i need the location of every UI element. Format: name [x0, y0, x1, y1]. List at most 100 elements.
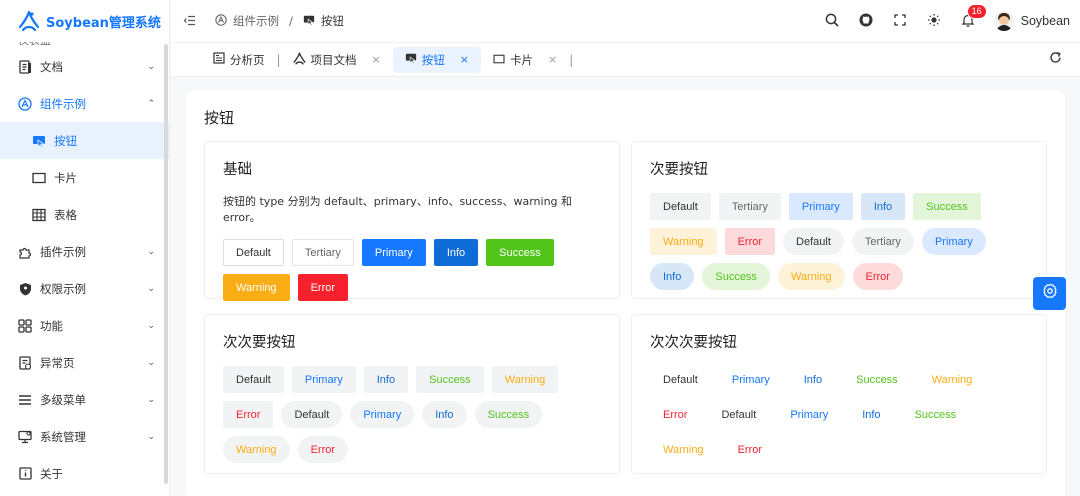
sidebar-item-multi-menu[interactable]: 多级菜单 ⌄ [0, 381, 169, 418]
button-group: Default Tertiary Primary Info Success Warning… [650, 193, 1028, 290]
button-group: Default Primary Info Success Warning Error Def… [223, 366, 601, 463]
shield-icon [18, 282, 32, 296]
cursor-click-icon [405, 52, 417, 67]
card-description: 按钮的 type 分别为 default、primary、info、succes… [223, 195, 573, 224]
info-icon [18, 467, 32, 481]
user-menu[interactable]: Soybean [993, 11, 1070, 31]
card-quaternary: 次次次要按钮 Default Primary Info Success Warning E… [631, 314, 1047, 474]
primary-button[interactable]: Primary [350, 401, 415, 428]
tertiary-button[interactable]: Tertiary [718, 193, 781, 220]
tab-divider: | [569, 52, 574, 67]
theme-sun-icon[interactable] [926, 13, 942, 30]
chart-icon [213, 52, 225, 67]
warning-button[interactable]: Warning [777, 263, 845, 290]
app-logo[interactable]: Soybean管理系统 [0, 0, 169, 42]
chevron-down-icon: ⌄ [147, 61, 155, 72]
primary-button[interactable]: Primary [719, 366, 783, 393]
warning-button[interactable]: Warning [650, 228, 717, 255]
default-button[interactable]: Default [223, 239, 284, 266]
default-button[interactable]: Default [783, 228, 844, 255]
primary-button[interactable]: Primary [921, 228, 986, 255]
sidebar-item-plugins[interactable]: 插件示例 ⌄ [0, 233, 169, 270]
warning-button[interactable]: Warning [491, 366, 559, 393]
default-button[interactable]: Default [708, 401, 769, 428]
sidebar-item-exception[interactable]: 异常页 ⌄ [0, 344, 169, 381]
warning-button[interactable]: Warning [650, 436, 717, 463]
card-secondary: 次要按钮 Default Tertiary Primary Info Success Wa… [631, 141, 1047, 299]
info-button[interactable]: Info [860, 193, 906, 220]
sidebar-item-about[interactable]: 关于 [0, 455, 169, 492]
error-button[interactable]: Error [223, 401, 274, 428]
success-button[interactable]: Success [474, 401, 543, 428]
error-button[interactable]: Error [852, 263, 903, 290]
success-button[interactable]: Success [913, 193, 981, 220]
error-button[interactable]: Error [297, 436, 349, 463]
breadcrumb-separator: / [289, 14, 293, 28]
tab-project-docs[interactable]: 项目文档 × [281, 47, 393, 73]
breadcrumb-item-button[interactable]: 按钮 [321, 13, 344, 29]
tertiary-button[interactable]: Tertiary [291, 239, 354, 266]
default-button[interactable]: Default [281, 401, 343, 428]
github-icon[interactable] [858, 13, 874, 30]
component-icon [215, 13, 227, 29]
tab-button[interactable]: 按钮 × [392, 46, 481, 73]
default-button[interactable]: Default [650, 366, 711, 393]
chevron-down-icon: ⌄ [147, 394, 155, 405]
menu-collapse-icon[interactable] [183, 14, 203, 29]
sidebar-scrollbar[interactable] [164, 44, 168, 484]
tab-analysis[interactable]: 分析页 [201, 47, 277, 73]
default-button[interactable]: Default [650, 193, 711, 220]
info-button[interactable]: Info [791, 366, 835, 393]
tab-card[interactable]: 卡片 × [481, 47, 569, 73]
warning-button[interactable]: Warning [223, 436, 290, 463]
close-icon[interactable]: × [372, 53, 381, 66]
success-button[interactable]: Success [416, 366, 484, 393]
chevron-down-icon: ⌄ [147, 357, 155, 368]
warning-button[interactable]: Warning [919, 366, 986, 393]
info-button[interactable]: Info [422, 401, 467, 428]
error-button[interactable]: Error [725, 436, 775, 463]
error-button[interactable]: Error [297, 274, 349, 301]
success-button[interactable]: Success [486, 239, 554, 266]
card-title: 基础 [223, 162, 252, 178]
breadcrumb-item-components[interactable]: 组件示例 [233, 13, 279, 29]
search-icon[interactable] [824, 13, 840, 30]
info-button[interactable]: Info [849, 401, 893, 428]
sidebar-item-permission[interactable]: 权限示例 ⌄ [0, 270, 169, 307]
tertiary-button[interactable]: Tertiary [851, 228, 914, 255]
error-button[interactable]: Error [650, 401, 700, 428]
close-icon[interactable]: × [460, 53, 469, 66]
info-button[interactable]: Info [433, 239, 479, 266]
info-button[interactable]: Info [650, 263, 695, 290]
success-button[interactable]: Success [702, 263, 770, 290]
sidebar-item-system[interactable]: 系统管理 ⌄ [0, 418, 169, 455]
logo-icon [293, 51, 306, 68]
bell-icon[interactable]: 16 [960, 3, 987, 30]
sidebar-item-docs[interactable]: 文档 ⌄ [0, 48, 169, 85]
info-button[interactable]: Info [363, 366, 409, 393]
sidebar-item-components[interactable]: 组件示例 ⌃ [0, 85, 169, 122]
primary-button[interactable]: Primary [291, 366, 356, 393]
avatar [993, 11, 1014, 31]
reload-icon[interactable] [1049, 51, 1062, 68]
primary-button[interactable]: Primary [777, 401, 841, 428]
chevron-down-icon: ⌄ [147, 431, 155, 442]
success-button[interactable]: Success [902, 401, 970, 428]
settings-gear-button[interactable] [1033, 277, 1066, 310]
sidebar-item-button[interactable]: 按钮 [0, 122, 169, 159]
primary-button[interactable]: Primary [788, 193, 853, 220]
sidebar-item-card[interactable]: 卡片 [0, 159, 169, 196]
warning-button[interactable]: Warning [223, 274, 290, 301]
default-button[interactable]: Default [223, 366, 284, 393]
settings-icon [18, 430, 32, 444]
close-icon[interactable]: × [548, 53, 557, 66]
sidebar-item-functions[interactable]: 功能 ⌄ [0, 307, 169, 344]
error-button[interactable]: Error [724, 228, 776, 255]
button-group: Default Tertiary Primary Info Success Warning… [223, 239, 601, 301]
sidebar-item-table[interactable]: 表格 [0, 196, 169, 233]
primary-button[interactable]: Primary [361, 239, 426, 266]
success-button[interactable]: Success [843, 366, 911, 393]
page-title: 按钮 [204, 109, 235, 127]
component-icon [18, 96, 32, 111]
fullscreen-icon[interactable] [892, 13, 908, 29]
